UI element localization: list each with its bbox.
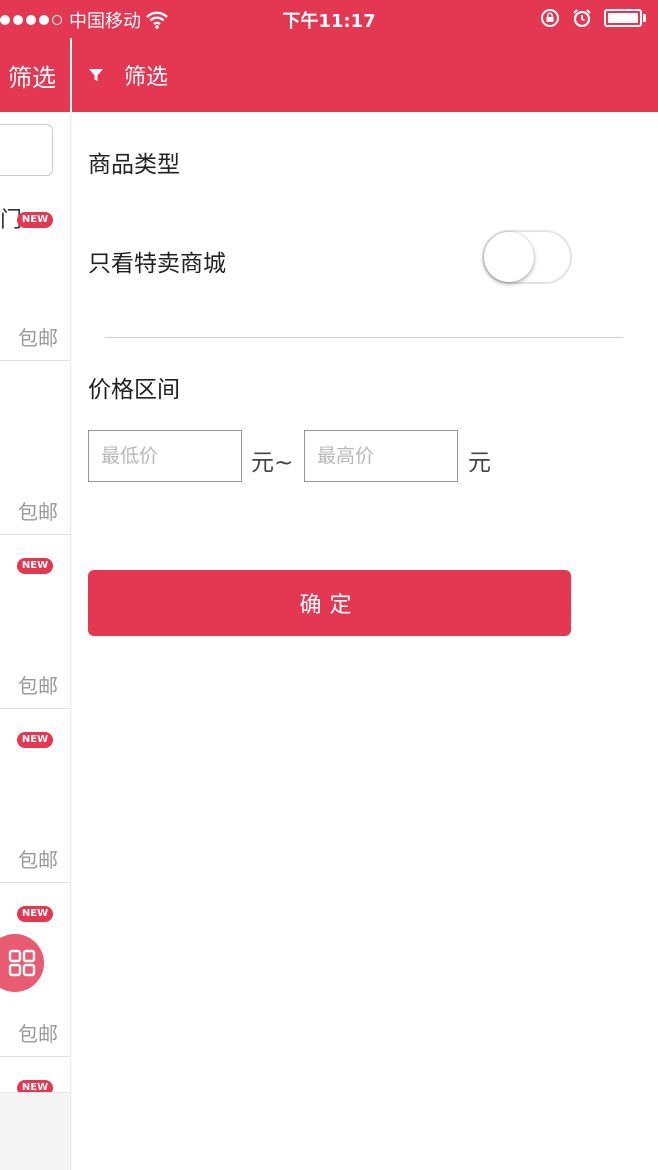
list-divider <box>0 1056 70 1057</box>
special-mall-toggle[interactable] <box>482 230 572 284</box>
background-page-footer <box>0 1092 70 1170</box>
filter-panel-header: 筛选 <box>72 38 658 112</box>
status-bar-right <box>540 8 646 28</box>
product-type-label[interactable]: 商品类型 <box>88 145 180 179</box>
panel-shadow <box>70 112 72 1170</box>
new-badge: NEW <box>17 732 53 748</box>
background-product-list[interactable]: 门 NEW 包邮 包邮 NEW 包邮 NEW 包邮 NEW 包邮 NEW <box>0 112 70 1170</box>
filter-icon <box>89 69 103 81</box>
min-price-input[interactable] <box>88 430 242 482</box>
background-page-header[interactable]: 筛选 <box>0 38 70 112</box>
free-shipping-label: 包邮 <box>18 326 58 350</box>
grid-icon <box>8 949 36 977</box>
special-mall-label: 只看特卖商城 <box>88 251 226 277</box>
confirm-button[interactable]: 确定 <box>88 570 571 636</box>
filter-panel-title: 筛选 <box>124 65 169 90</box>
free-shipping-label: 包邮 <box>18 674 58 698</box>
battery-icon <box>604 9 646 27</box>
list-divider <box>0 534 70 535</box>
new-badge: NEW <box>17 212 53 228</box>
section-divider <box>105 337 623 338</box>
list-divider <box>0 882 70 883</box>
background-page-title: 筛选 <box>8 63 56 92</box>
background-search-input[interactable] <box>0 124 53 176</box>
unit-yuan-tilde: 元~ <box>251 450 294 476</box>
max-price-input[interactable] <box>304 430 458 482</box>
price-range-label: 价格区间 <box>88 377 180 403</box>
free-shipping-label: 包邮 <box>18 848 58 872</box>
grid-view-button[interactable] <box>0 934 44 992</box>
list-divider <box>0 360 70 361</box>
free-shipping-label: 包邮 <box>18 1022 58 1046</box>
new-badge: NEW <box>17 558 53 574</box>
alarm-icon <box>573 9 591 28</box>
status-bar: 中国移动 下午11:17 <box>0 0 658 38</box>
new-badge: NEW <box>17 906 53 922</box>
list-divider <box>0 708 70 709</box>
unit-yuan: 元 <box>468 450 491 476</box>
free-shipping-label: 包邮 <box>18 500 58 524</box>
toggle-knob <box>484 232 534 282</box>
rotation-lock-icon <box>541 9 559 27</box>
